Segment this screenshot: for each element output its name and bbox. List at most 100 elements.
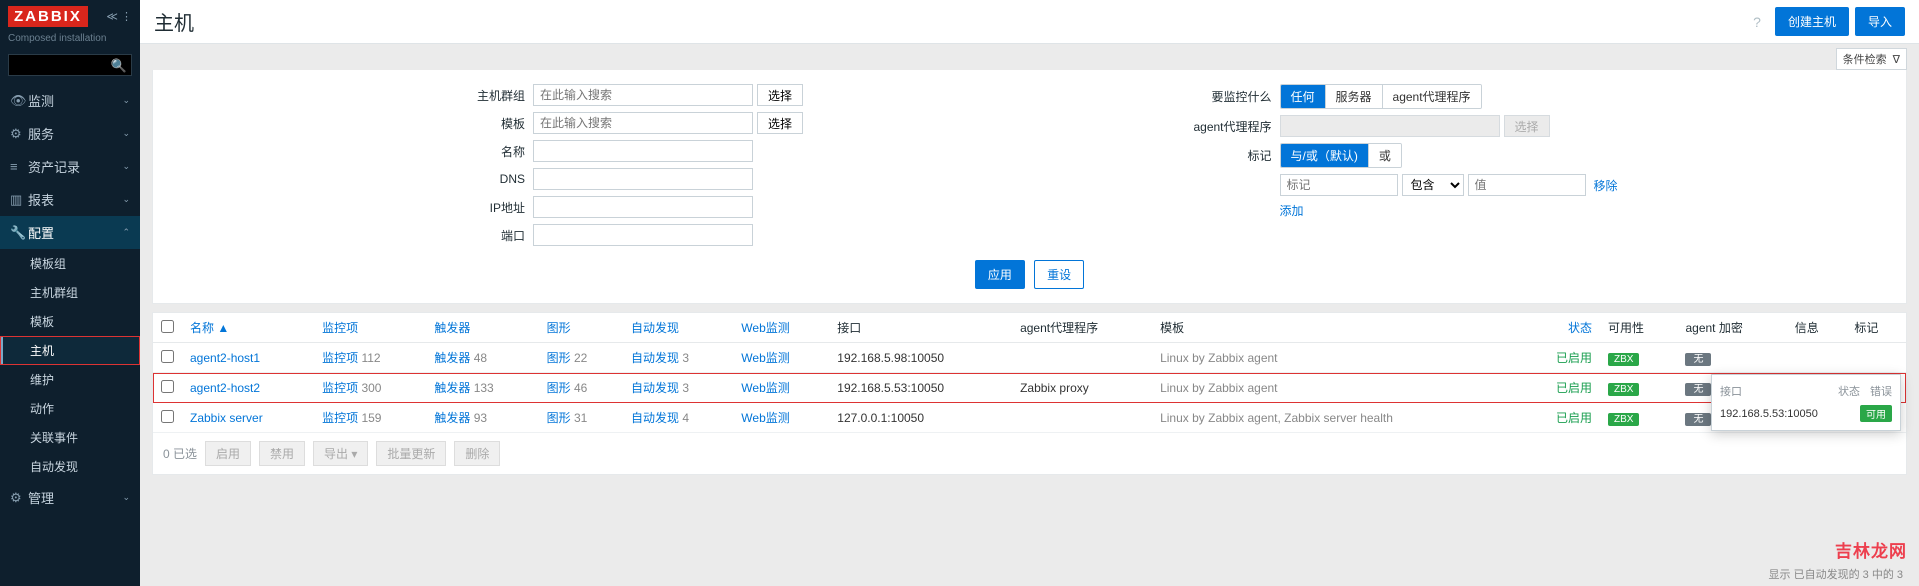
nav-inventory[interactable]: ≡资产记录⌄ bbox=[0, 150, 140, 183]
col-name[interactable]: 名称 ▲ bbox=[182, 313, 314, 343]
tag-remove-link[interactable]: 移除 bbox=[1594, 177, 1618, 194]
discovery-link[interactable]: 自动发现 bbox=[631, 351, 679, 365]
col-graphs[interactable]: 图形 bbox=[539, 313, 623, 343]
dns-input[interactable] bbox=[533, 168, 753, 190]
tag-add-link[interactable]: 添加 bbox=[1280, 202, 1304, 219]
nav-configuration[interactable]: 🔧配置⌃ bbox=[0, 216, 140, 249]
main-area: 主机 ? 创建主机 导入 条件检索 ∇ 主机群组选择 模板选择 名称 DNS I… bbox=[140, 0, 1919, 586]
monitor-segment[interactable]: 任何服务器agent代理程序 bbox=[1280, 84, 1482, 109]
bulk-actions: 0 已选 启用 禁用 导出 ▾ 批量更新 删除 bbox=[153, 433, 1906, 474]
graphs-link[interactable]: 图形 bbox=[547, 351, 571, 365]
template-cell: Linux by Zabbix agent, Zabbix server hea… bbox=[1160, 411, 1393, 425]
items-link[interactable]: 监控项 bbox=[322, 351, 358, 365]
nav-monitoring[interactable]: 👁监测⌄ bbox=[0, 84, 140, 117]
bulk-update-button[interactable]: 批量更新 bbox=[376, 441, 446, 466]
status-link[interactable]: 已启用 bbox=[1556, 411, 1592, 425]
brand-subtitle: Composed installation bbox=[0, 33, 140, 50]
row-checkbox[interactable] bbox=[161, 350, 174, 363]
graphs-link[interactable]: 图形 bbox=[547, 411, 571, 425]
sub-discovery[interactable]: 自动发现 bbox=[0, 452, 140, 481]
tag-value-input[interactable] bbox=[1468, 174, 1586, 196]
web-link[interactable]: Web监测 bbox=[741, 381, 789, 395]
chevron-down-icon: ⌄ bbox=[122, 492, 130, 503]
bulk-enable-button[interactable]: 启用 bbox=[205, 441, 251, 466]
help-icon[interactable]: ? bbox=[1753, 14, 1761, 30]
sub-templates[interactable]: 模板 bbox=[0, 307, 140, 336]
graphs-link[interactable]: 图形 bbox=[547, 381, 571, 395]
col-avail: 可用性 bbox=[1600, 313, 1677, 343]
host-link[interactable]: agent2-host1 bbox=[190, 351, 260, 365]
popup-interface: 192.168.5.53:10050 bbox=[1720, 408, 1860, 420]
template-input[interactable] bbox=[533, 112, 753, 134]
bulk-disable-button[interactable]: 禁用 bbox=[259, 441, 305, 466]
brand-logo: ZABBIX bbox=[8, 6, 88, 27]
status-link[interactable]: 已启用 bbox=[1556, 351, 1592, 365]
select-all-checkbox[interactable] bbox=[161, 320, 174, 333]
row-checkbox[interactable] bbox=[161, 410, 174, 423]
items-link[interactable]: 监控项 bbox=[322, 411, 358, 425]
sub-correlation[interactable]: 关联事件 bbox=[0, 423, 140, 452]
nav-services[interactable]: ⚙服务⌄ bbox=[0, 117, 140, 150]
web-link[interactable]: Web监测 bbox=[741, 411, 789, 425]
template-select-button[interactable]: 选择 bbox=[757, 112, 803, 134]
sub-actions[interactable]: 动作 bbox=[0, 394, 140, 423]
name-input[interactable] bbox=[533, 140, 753, 162]
zbx-badge[interactable]: ZBX bbox=[1608, 353, 1639, 366]
collapse-icon[interactable]: ≪ ⋮ bbox=[106, 10, 132, 23]
triggers-link[interactable]: 触发器 bbox=[434, 381, 470, 395]
triggers-link[interactable]: 触发器 bbox=[434, 351, 470, 365]
watermark: 吉林龙网 bbox=[1835, 537, 1907, 562]
items-link[interactable]: 监控项 bbox=[322, 381, 358, 395]
host-link[interactable]: agent2-host2 bbox=[190, 381, 260, 395]
host-link[interactable]: Zabbix server bbox=[190, 411, 263, 425]
col-status[interactable]: 状态 bbox=[1523, 313, 1600, 343]
hostgroup-input[interactable] bbox=[533, 84, 753, 106]
col-discovery[interactable]: 自动发现 bbox=[623, 313, 733, 343]
table-row: agent2-host1监控项 112触发器 48图形 22自动发现 3Web监… bbox=[153, 343, 1906, 373]
triggers-link[interactable]: 触发器 bbox=[434, 411, 470, 425]
bulk-delete-button[interactable]: 删除 bbox=[454, 441, 500, 466]
eye-icon: 👁 bbox=[10, 93, 28, 109]
interface-cell: 192.168.5.98:10050 bbox=[829, 343, 1012, 373]
tags-segment[interactable]: 与/或（默认)或 bbox=[1280, 143, 1402, 168]
sidebar: ZABBIX ≪ ⋮ Composed installation 🔍 👁监测⌄ … bbox=[0, 0, 140, 586]
zbx-badge[interactable]: ZBX bbox=[1608, 413, 1639, 426]
col-encrypt: agent 加密 bbox=[1677, 313, 1786, 343]
col-items[interactable]: 监控项 bbox=[314, 313, 426, 343]
wrench-icon: 🔧 bbox=[10, 225, 28, 241]
popup-status-badge: 可用 bbox=[1860, 405, 1892, 422]
sub-host-groups[interactable]: 主机群组 bbox=[0, 278, 140, 307]
discovery-link[interactable]: 自动发现 bbox=[631, 411, 679, 425]
port-input[interactable] bbox=[533, 224, 753, 246]
col-template: 模板 bbox=[1152, 313, 1522, 343]
table-row: Zabbix server监控项 159触发器 93图形 31自动发现 4Web… bbox=[153, 403, 1906, 433]
col-interface: 接口 bbox=[829, 313, 1012, 343]
summary-text: 显示 已自动发现的 3 中的 3 bbox=[1769, 566, 1903, 582]
reset-button[interactable]: 重设 bbox=[1034, 260, 1084, 289]
template-cell: Linux by Zabbix agent bbox=[1160, 351, 1277, 365]
apply-button[interactable]: 应用 bbox=[975, 260, 1025, 289]
nav-reports[interactable]: ▥报表⌄ bbox=[0, 183, 140, 216]
col-triggers[interactable]: 触发器 bbox=[426, 313, 538, 343]
row-checkbox[interactable] bbox=[161, 380, 174, 393]
ip-input[interactable] bbox=[533, 196, 753, 218]
tag-op-select[interactable]: 包含 bbox=[1402, 174, 1464, 196]
page-title: 主机 bbox=[154, 7, 194, 36]
discovery-link[interactable]: 自动发现 bbox=[631, 381, 679, 395]
col-web[interactable]: Web监测 bbox=[733, 313, 829, 343]
status-link[interactable]: 已启用 bbox=[1556, 381, 1592, 395]
web-link[interactable]: Web监测 bbox=[741, 351, 789, 365]
sub-hosts[interactable]: 主机 bbox=[0, 336, 140, 365]
filter-icon: ∇ bbox=[1893, 53, 1900, 66]
zbx-badge[interactable]: ZBX bbox=[1608, 383, 1639, 396]
create-host-button[interactable]: 创建主机 bbox=[1775, 7, 1849, 36]
bulk-export-button[interactable]: 导出 ▾ bbox=[313, 441, 368, 466]
search-icon[interactable]: 🔍 bbox=[111, 58, 127, 74]
sub-maintenance[interactable]: 维护 bbox=[0, 365, 140, 394]
import-button[interactable]: 导入 bbox=[1855, 7, 1905, 36]
nav-admin[interactable]: ⚙管理⌄ bbox=[0, 481, 140, 514]
tag-name-input[interactable] bbox=[1280, 174, 1398, 196]
filter-toggle[interactable]: 条件检索 ∇ bbox=[1836, 48, 1907, 70]
hostgroup-select-button[interactable]: 选择 bbox=[757, 84, 803, 106]
sub-template-groups[interactable]: 模板组 bbox=[0, 249, 140, 278]
